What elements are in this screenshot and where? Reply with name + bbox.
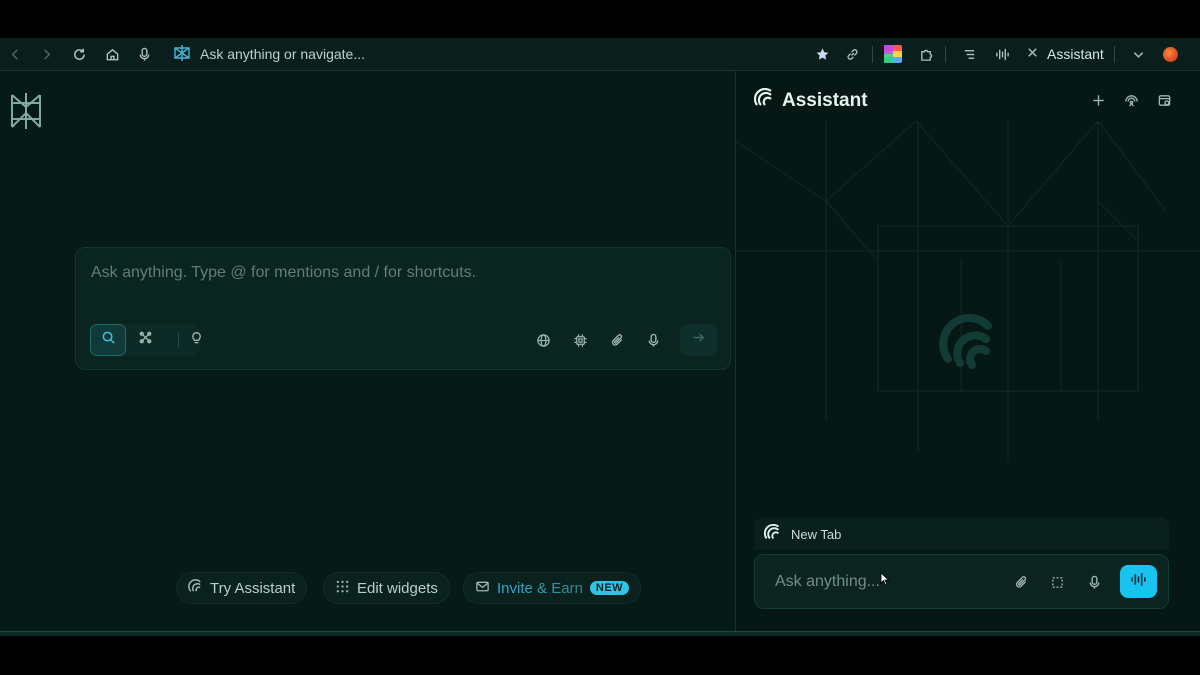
labs-mode-button[interactable] xyxy=(180,324,213,356)
invite-earn-label: Invite & Earn xyxy=(497,579,583,597)
paperclip-icon[interactable] xyxy=(607,330,627,350)
research-mode-button[interactable] xyxy=(127,324,163,356)
assistant-input[interactable]: Ask anything... xyxy=(754,554,1169,609)
panel-title: Assistant xyxy=(782,90,868,111)
home-icon[interactable] xyxy=(100,42,124,66)
mode-divider xyxy=(178,333,179,347)
invite-earn-button[interactable]: Invite & Earn NEW xyxy=(463,572,642,604)
assistant-icon xyxy=(188,578,203,598)
assistant-tab-label: Assistant xyxy=(1047,46,1104,62)
context-tab-label: New Tab xyxy=(791,526,842,542)
assistant-panel: Assistant New Tab Ask anything... xyxy=(735,71,1200,636)
extensions-icon[interactable] xyxy=(914,42,938,66)
profile-avatar[interactable] xyxy=(1163,47,1178,62)
globe-icon[interactable] xyxy=(533,330,553,350)
waveform-icon xyxy=(1130,571,1147,593)
screenshot-select-icon[interactable] xyxy=(1047,572,1067,592)
voice-mode-button[interactable] xyxy=(1120,565,1157,598)
mic-icon[interactable] xyxy=(1084,572,1104,592)
mouse-cursor-icon xyxy=(880,572,890,586)
lightbulb-icon xyxy=(189,330,204,350)
chip-icon[interactable] xyxy=(570,330,590,350)
panel-title-row: Assistant xyxy=(753,87,868,114)
assistant-input-placeholder: Ask anything... xyxy=(775,573,880,590)
research-icon xyxy=(138,330,153,350)
try-assistant-button[interactable]: Try Assistant xyxy=(176,572,308,604)
assistant-tab[interactable]: Assistant xyxy=(1026,42,1104,66)
background-art xyxy=(736,121,1200,461)
toolbar-divider xyxy=(1114,46,1115,63)
link-icon[interactable] xyxy=(840,42,864,66)
browser-window: Ask anything or navigate... Assistant As… xyxy=(0,38,1200,636)
star-icon[interactable] xyxy=(810,42,834,66)
new-tab-page: Ask anything. Type @ for mentions and / … xyxy=(0,71,736,636)
address-placeholder: Ask anything or navigate... xyxy=(200,46,365,62)
context-tab-chip[interactable]: New Tab xyxy=(754,518,1169,550)
try-assistant-label: Try Assistant xyxy=(210,579,296,597)
reload-icon[interactable] xyxy=(67,42,91,66)
menu-icon[interactable] xyxy=(957,42,981,66)
search-icon xyxy=(101,330,116,350)
history-icon[interactable] xyxy=(1154,90,1174,110)
new-badge: NEW xyxy=(589,581,630,595)
toolbar-divider xyxy=(945,46,946,63)
broadcast-icon[interactable] xyxy=(1121,90,1141,110)
perplexity-logo-icon[interactable] xyxy=(8,91,44,131)
mode-selector xyxy=(90,324,201,356)
assistant-icon xyxy=(753,87,774,114)
composer-placeholder: Ask anything. Type @ for mentions and / … xyxy=(91,264,477,281)
letterbox-bottom xyxy=(0,636,1200,675)
plus-icon[interactable] xyxy=(1088,90,1108,110)
search-composer[interactable]: Ask anything. Type @ for mentions and / … xyxy=(75,247,731,370)
mic-icon[interactable] xyxy=(643,330,663,350)
submit-button[interactable] xyxy=(680,324,717,356)
colorful-extension-icon[interactable] xyxy=(884,45,902,63)
back-icon[interactable] xyxy=(3,42,27,66)
grid-icon xyxy=(335,579,350,598)
toolbar-divider xyxy=(872,46,873,63)
search-mode-button[interactable] xyxy=(90,324,126,356)
edit-widgets-button[interactable]: Edit widgets xyxy=(323,572,450,604)
waveform-icon[interactable] xyxy=(990,42,1014,66)
chevron-down-icon[interactable] xyxy=(1126,42,1150,66)
edit-widgets-label: Edit widgets xyxy=(357,579,438,597)
browser-toolbar: Ask anything or navigate... Assistant xyxy=(0,38,1200,71)
mic-icon[interactable] xyxy=(132,42,156,66)
arrow-right-icon xyxy=(691,330,706,350)
paperclip-icon[interactable] xyxy=(1011,572,1031,592)
letterbox-top xyxy=(0,0,1200,38)
mail-icon xyxy=(475,579,490,598)
assistant-icon xyxy=(763,523,781,544)
address-bar[interactable]: Ask anything or navigate... xyxy=(172,42,365,66)
forward-icon[interactable] xyxy=(34,42,58,66)
perplexity-logo-icon xyxy=(172,43,192,66)
close-icon[interactable] xyxy=(1026,46,1039,62)
